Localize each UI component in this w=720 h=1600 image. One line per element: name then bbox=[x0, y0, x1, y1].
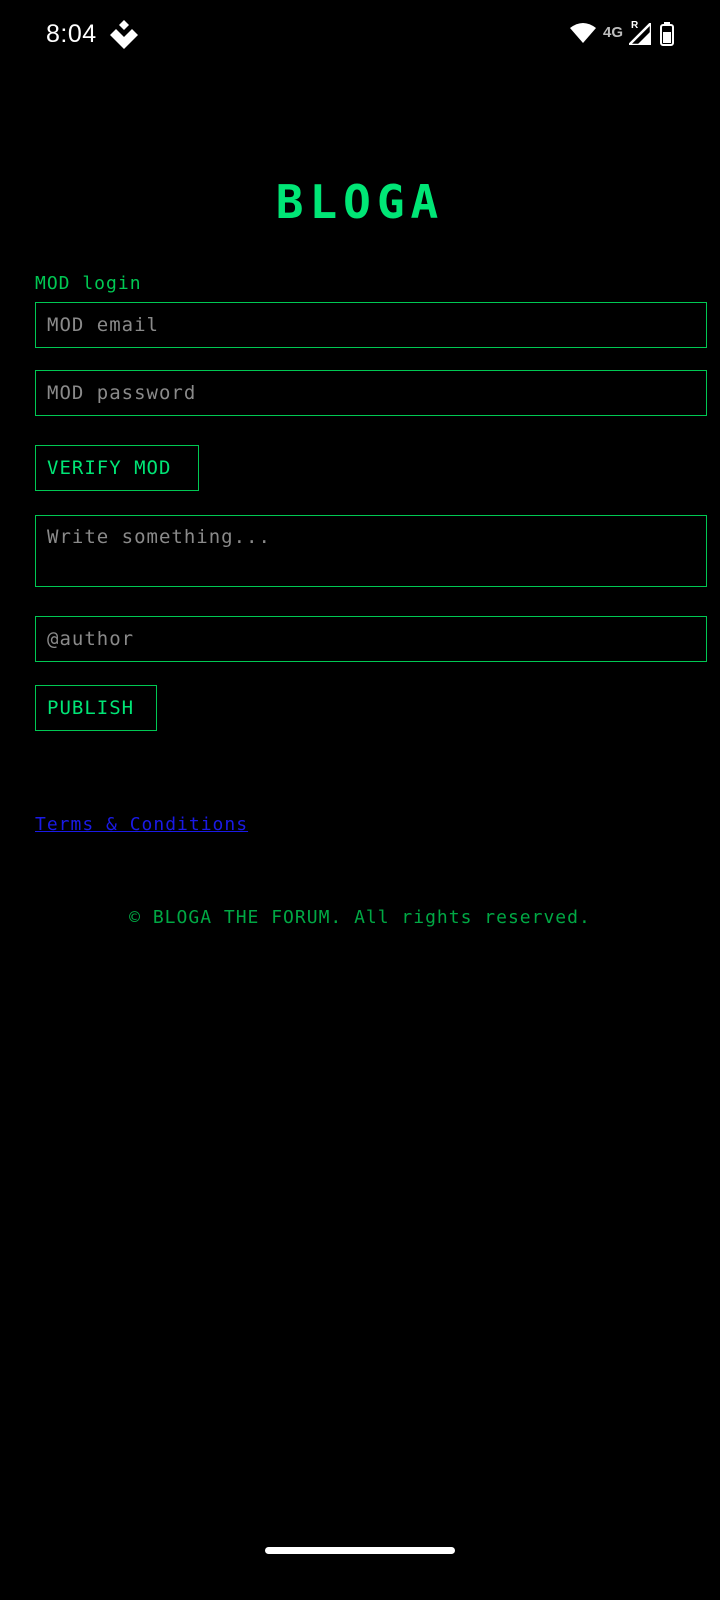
battery-icon bbox=[660, 22, 674, 46]
post-body-textarea[interactable] bbox=[35, 515, 707, 587]
network-type-label: 4G bbox=[603, 24, 624, 41]
terms-link[interactable]: Terms & Conditions bbox=[35, 814, 248, 835]
publish-button[interactable]: PUBLISH bbox=[35, 685, 157, 731]
status-bar: 8:04 4G R bbox=[0, 0, 720, 70]
app-notification-icon bbox=[110, 20, 138, 49]
mod-password-input[interactable] bbox=[35, 370, 707, 416]
mod-login-label: MOD login bbox=[35, 273, 142, 294]
mod-email-input[interactable] bbox=[35, 302, 707, 348]
brand-title: BLOGA bbox=[275, 175, 445, 229]
status-time: 8:04 bbox=[46, 20, 97, 48]
verify-mod-button[interactable]: VERIFY MOD bbox=[35, 445, 199, 491]
home-indicator[interactable] bbox=[265, 1547, 455, 1554]
wifi-icon bbox=[570, 23, 596, 43]
footer-copyright: © BLOGA THE FORUM. All rights reserved. bbox=[129, 907, 591, 928]
author-input[interactable] bbox=[35, 616, 707, 662]
signal-icon bbox=[629, 23, 651, 45]
